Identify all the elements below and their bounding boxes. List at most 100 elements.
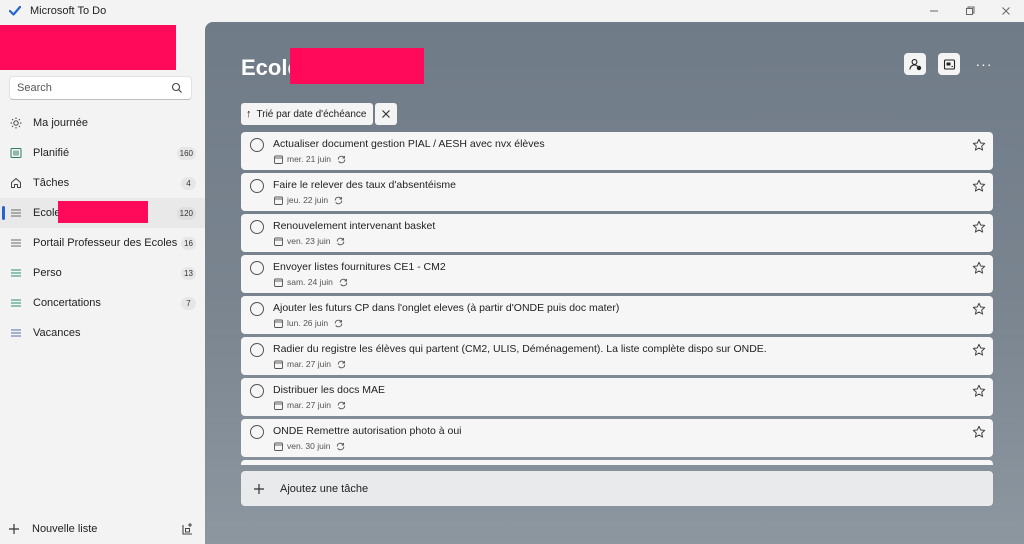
task-item[interactable]: ONDE Remettre autorisation photo à oui v…	[241, 419, 993, 457]
sidebar-item-ma-journee[interactable]: Ma journée	[0, 108, 205, 138]
complete-checkbox[interactable]	[250, 261, 264, 275]
sidebar-item-label: Concertations	[33, 297, 101, 309]
item-count-badge: 120	[176, 207, 196, 220]
star-icon[interactable]	[972, 384, 986, 398]
clear-sort-button[interactable]	[375, 103, 398, 125]
sun-icon	[9, 116, 23, 130]
star-icon[interactable]	[972, 425, 986, 439]
share-list-button[interactable]	[904, 53, 926, 75]
due-date: sam. 24 juin	[287, 277, 333, 287]
task-item[interactable]: Renouvelement intervenant basket ven. 23…	[241, 214, 993, 252]
task-title: ONDE Remettre autorisation photo à oui	[273, 425, 462, 437]
new-group-icon[interactable]	[181, 522, 195, 536]
task-item[interactable]: Envoyer listes fournitures CE1 - CM2 sam…	[241, 255, 993, 293]
sidebar-item-label: Vacances	[33, 327, 81, 339]
task-meta: sam. 24 juin	[274, 277, 348, 287]
task-meta: jeu. 22 juin	[274, 195, 343, 205]
due-date: mar. 27 juin	[287, 359, 331, 369]
restore-button[interactable]	[952, 0, 988, 22]
close-icon	[382, 110, 391, 118]
due-date: mar. 27 juin	[287, 400, 331, 410]
sidebar-item-perso[interactable]: Perso 13	[0, 258, 205, 288]
complete-checkbox[interactable]	[250, 384, 264, 398]
calendar-icon	[274, 237, 283, 246]
account-profile-redacted[interactable]	[0, 25, 176, 70]
star-icon[interactable]	[972, 343, 986, 357]
repeat-icon	[337, 360, 346, 368]
share-person-icon	[908, 58, 921, 70]
search-input[interactable]	[17, 82, 167, 94]
task-meta: ven. 30 juin	[274, 441, 345, 451]
repeat-icon	[337, 155, 346, 163]
task-item[interactable]: Ajouter les futurs CP dans l'onglet elev…	[241, 296, 993, 334]
sidebar-item-planifie[interactable]: Planifié 160	[0, 138, 205, 168]
sort-indicator: ↑ Trié par date d'échéance	[241, 103, 398, 125]
list-icon	[9, 206, 23, 220]
complete-checkbox[interactable]	[250, 220, 264, 234]
todo-check-icon	[8, 4, 22, 18]
task-meta: mer. 21 juin	[274, 154, 346, 164]
complete-checkbox[interactable]	[250, 343, 264, 357]
sort-toggle-button[interactable]: ↑ Trié par date d'échéance	[241, 103, 374, 125]
plus-icon	[252, 482, 266, 496]
star-icon[interactable]	[972, 302, 986, 316]
item-count-badge: 16	[181, 237, 196, 250]
due-date: jeu. 22 juin	[287, 195, 329, 205]
sidebar: Ma journée Planifié 160 Tâches 4 Ecole 1…	[0, 22, 205, 544]
due-date: lun. 26 juin	[287, 318, 329, 328]
calendar-icon	[274, 196, 283, 205]
item-count-badge: 160	[176, 147, 196, 160]
minimize-button[interactable]	[916, 0, 952, 22]
task-title: Distribuer les docs MAE	[273, 384, 386, 396]
item-count-badge: 4	[181, 177, 196, 190]
search-box[interactable]	[9, 76, 192, 100]
star-icon[interactable]	[972, 179, 986, 193]
task-item[interactable]: Distribuer les docs MAE mar. 27 juin	[241, 378, 993, 416]
sidebar-item-portail[interactable]: Portail Professeur des Ecoles 16	[0, 228, 205, 258]
sidebar-item-vacances[interactable]: Vacances	[0, 318, 205, 348]
add-task-label: Ajoutez une tâche	[280, 482, 369, 495]
task-item-partial[interactable]	[241, 460, 993, 465]
sidebar-item-taches[interactable]: Tâches 4	[0, 168, 205, 198]
more-options-button[interactable]: ···	[973, 53, 995, 75]
sidebar-item-ecole[interactable]: Ecole 120	[0, 198, 205, 228]
sidebar-item-label: Tâches	[33, 177, 70, 189]
calendar-icon	[274, 360, 283, 369]
search-icon[interactable]	[171, 82, 183, 94]
item-count-badge: 7	[181, 297, 196, 310]
list-icon	[9, 326, 23, 340]
star-icon[interactable]	[972, 261, 986, 275]
star-icon[interactable]	[972, 138, 986, 152]
complete-checkbox[interactable]	[250, 425, 264, 439]
task-item[interactable]: Actualiser document gestion PIAL / AESH …	[241, 132, 993, 170]
add-task-input[interactable]: Ajoutez une tâche	[241, 471, 993, 506]
sidebar-item-label: Planifié	[33, 147, 70, 159]
repeat-icon	[337, 442, 345, 450]
task-title: Renouvelement intervenant basket	[273, 220, 436, 232]
complete-checkbox[interactable]	[250, 179, 264, 193]
repeat-icon	[337, 401, 346, 409]
list-icon	[9, 236, 23, 250]
task-item[interactable]: Radier du registre les élèves qui parten…	[241, 337, 993, 375]
title-bar: Microsoft To Do	[0, 0, 1024, 22]
repeat-icon	[337, 237, 345, 245]
layout-icon	[943, 58, 955, 70]
task-item[interactable]: Faire le relever des taux d'absentéisme …	[241, 173, 993, 211]
due-date: mer. 21 juin	[287, 154, 331, 164]
task-list-panel: Ecole ··· ↑ Trié par date d'échéance Act…	[205, 22, 1024, 544]
calendar-icon	[274, 319, 283, 328]
redacted-block	[290, 48, 424, 84]
task-title: Envoyer listes fournitures CE1 - CM2	[273, 261, 446, 273]
complete-checkbox[interactable]	[250, 302, 264, 316]
item-count-badge: 13	[181, 267, 196, 280]
complete-checkbox[interactable]	[250, 138, 264, 152]
sidebar-item-label: Ecole	[33, 207, 61, 219]
close-button[interactable]	[988, 0, 1024, 22]
new-list-button[interactable]: Nouvelle liste	[0, 516, 205, 542]
sidebar-item-concertations[interactable]: Concertations 7	[0, 288, 205, 318]
suggestions-button[interactable]	[938, 53, 960, 75]
star-icon[interactable]	[972, 220, 986, 234]
repeat-icon	[339, 278, 348, 286]
sidebar-nav: Ma journée Planifié 160 Tâches 4 Ecole 1…	[0, 108, 205, 348]
task-meta: mar. 27 juin	[274, 400, 346, 410]
